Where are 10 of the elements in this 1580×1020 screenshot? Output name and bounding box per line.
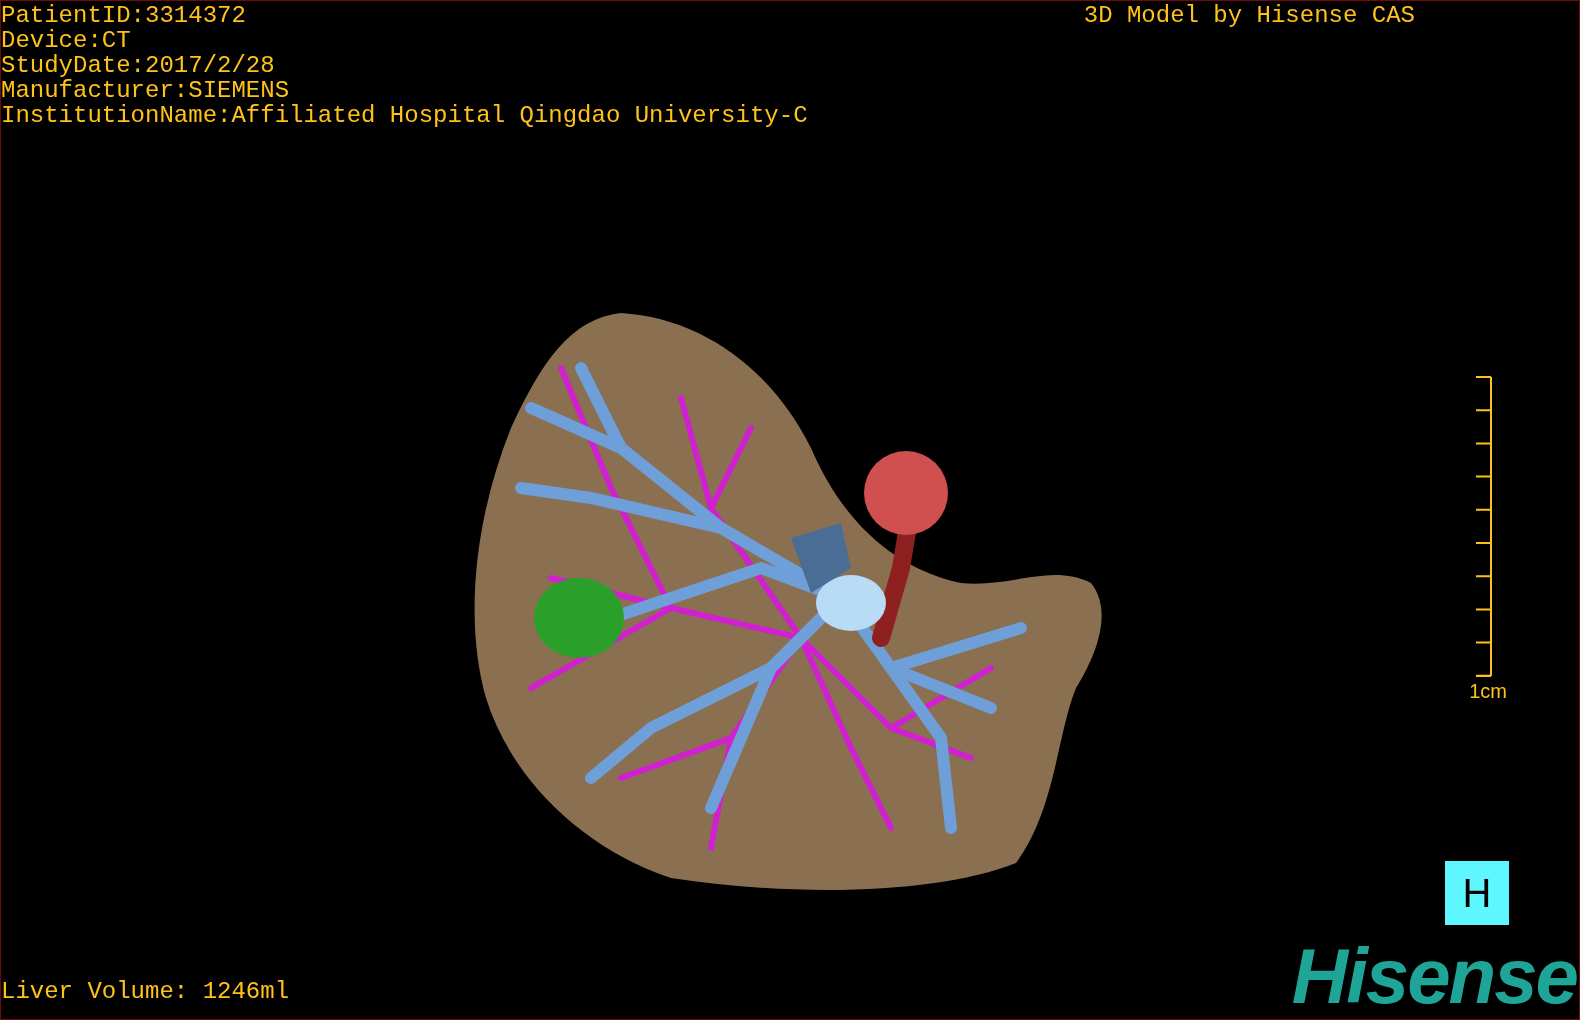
liver-volume-text: Liver Volume: 1246ml — [1, 979, 290, 1007]
info-line: PatientID:3314372 — [1, 3, 247, 28]
orientation-marker: H — [1445, 861, 1509, 925]
info-line: StudyDate:2017/2/28 — [1, 53, 276, 78]
viewer-title: 3D Model by Hisense CAS — [1083, 3, 1416, 28]
scale-label: 1cm — [1469, 680, 1507, 702]
info-line: Manufacturer:SIEMENS — [1, 78, 291, 103]
brand-logo: Hisense — [1291, 943, 1578, 1009]
info-line: Device:CT — [1, 28, 132, 53]
info-line: InstitutionName:Affiliated Hospital Qingdao University-C — [1, 103, 808, 128]
